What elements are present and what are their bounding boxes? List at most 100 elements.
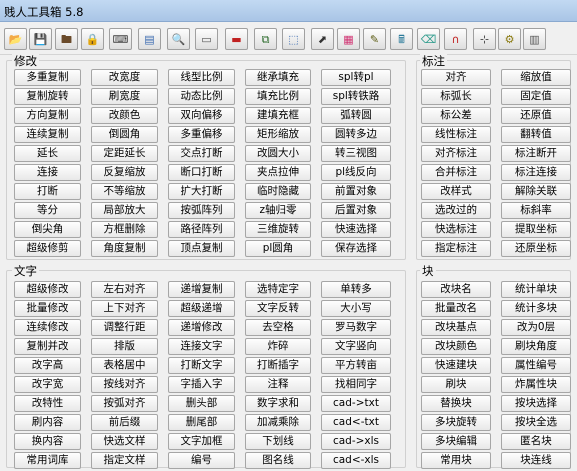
modify-button[interactable]: 填充比例 <box>245 88 311 105</box>
text-button[interactable]: 文字反转 <box>245 300 311 317</box>
dashed-select-icon[interactable]: ⬚ <box>282 28 305 50</box>
modify-button[interactable]: 多重复制 <box>14 69 81 86</box>
node-icon[interactable]: ⊹ <box>473 28 496 50</box>
text-button[interactable]: 去空格 <box>245 319 311 336</box>
block-button[interactable]: 常用块 <box>421 452 491 469</box>
text-button[interactable]: 表格居中 <box>91 357 158 374</box>
text-button[interactable]: cad->txt <box>321 395 391 412</box>
modify-button[interactable]: 等分 <box>14 202 81 219</box>
modify-button[interactable]: 复制旋转 <box>14 88 81 105</box>
block-button[interactable]: 匿名块 <box>501 433 571 450</box>
block-button[interactable]: 块连线 <box>501 452 571 469</box>
modify-button[interactable]: 改圆大小 <box>245 145 311 162</box>
modify-button[interactable]: 改颜色 <box>91 107 158 124</box>
text-button[interactable]: 大小写 <box>321 300 391 317</box>
text-button[interactable]: 下划线 <box>245 433 311 450</box>
dimension-button[interactable]: 缩放值 <box>501 69 571 86</box>
dimension-button[interactable]: 指定标注 <box>421 240 491 257</box>
text-button[interactable]: 找相同字 <box>321 376 391 393</box>
modify-button[interactable]: 交点打断 <box>168 145 235 162</box>
modify-button[interactable]: 不等缩放 <box>91 183 158 200</box>
text-button[interactable]: cad<-txt <box>321 414 391 431</box>
stamp-icon[interactable]: 🖿 <box>55 28 78 50</box>
magnify-icon[interactable]: 🔍 <box>167 28 190 50</box>
modify-button[interactable]: 临时隐藏 <box>245 183 311 200</box>
text-button[interactable]: 排版 <box>91 338 158 355</box>
text-button[interactable]: 复制并改 <box>14 338 81 355</box>
text-button[interactable]: 打断文字 <box>168 357 235 374</box>
modify-button[interactable]: 三维旋转 <box>245 221 311 238</box>
text-button[interactable]: 选特定字 <box>245 281 311 298</box>
text-button[interactable]: 删尾部 <box>168 414 235 431</box>
modify-button[interactable]: 前置对象 <box>321 183 391 200</box>
block-button[interactable]: 批量改名 <box>421 300 491 317</box>
color-grid-icon[interactable]: ▦ <box>337 28 360 50</box>
modify-button[interactable]: 倒尖角 <box>14 221 81 238</box>
modify-button[interactable]: 保存选择 <box>321 240 391 257</box>
modify-button[interactable]: 反复缩放 <box>91 164 158 181</box>
modify-button[interactable]: 圆转多边 <box>321 126 391 143</box>
modify-button[interactable]: spl转pl <box>321 69 391 86</box>
text-button[interactable]: 超级修改 <box>14 281 81 298</box>
modify-button[interactable]: 按弧阵列 <box>168 202 235 219</box>
text-button[interactable]: 换内容 <box>14 433 81 450</box>
text-button[interactable]: 左右对齐 <box>91 281 158 298</box>
modify-button[interactable]: 打断 <box>14 183 81 200</box>
text-button[interactable]: 递增修改 <box>168 319 235 336</box>
dimension-button[interactable]: 翻转值 <box>501 126 571 143</box>
text-button[interactable]: 连续修改 <box>14 319 81 336</box>
modify-button[interactable]: 定距延长 <box>91 145 158 162</box>
magnet-icon[interactable]: ∩ <box>444 28 467 50</box>
text-button[interactable]: 单转多 <box>321 281 391 298</box>
modify-button[interactable]: 转三视图 <box>321 145 391 162</box>
arrow-icon[interactable]: ⬈ <box>311 28 334 50</box>
modify-button[interactable]: 局部放大 <box>91 202 158 219</box>
modify-button[interactable]: spl转铁路 <box>321 88 391 105</box>
text-button[interactable]: 改字宽 <box>14 376 81 393</box>
modify-button[interactable]: 超级修剪 <box>14 240 81 257</box>
text-button[interactable]: 前后缀 <box>91 414 158 431</box>
text-button[interactable]: 注释 <box>245 376 311 393</box>
dimension-button[interactable]: 对齐 <box>421 69 491 86</box>
modify-button[interactable]: 改宽度 <box>91 69 158 86</box>
dimension-button[interactable]: 标公差 <box>421 107 491 124</box>
dimension-button[interactable]: 解除关联 <box>501 183 571 200</box>
text-button[interactable]: 超级递增 <box>168 300 235 317</box>
edit-icon[interactable]: ✎ <box>363 28 386 50</box>
block-button[interactable]: 属性编号 <box>501 357 571 374</box>
modify-button[interactable]: 路径阵列 <box>168 221 235 238</box>
dimension-button[interactable]: 线性标注 <box>421 126 491 143</box>
dimension-button[interactable]: 对齐标注 <box>421 145 491 162</box>
eraser-icon[interactable]: ⌫ <box>417 28 440 50</box>
modify-button[interactable]: 后置对象 <box>321 202 391 219</box>
modify-button[interactable]: 延长 <box>14 145 81 162</box>
dimension-button[interactable]: 标注连接 <box>501 164 571 181</box>
dimension-button[interactable]: 标注断开 <box>501 145 571 162</box>
modify-button[interactable]: 线型比例 <box>168 69 235 86</box>
modify-button[interactable]: 倒圆角 <box>91 126 158 143</box>
text-button[interactable]: 指定文样 <box>91 452 158 469</box>
modify-button[interactable]: pl圆角 <box>245 240 311 257</box>
text-button[interactable]: cad->xls <box>321 433 391 450</box>
block-button[interactable]: 改块基点 <box>421 319 491 336</box>
text-button[interactable]: 调整行距 <box>91 319 158 336</box>
text-button[interactable]: 常用词库 <box>14 452 81 469</box>
modify-button[interactable]: 夹点拉伸 <box>245 164 311 181</box>
text-button[interactable]: 数字求和 <box>245 395 311 412</box>
block-button[interactable]: 刷块角度 <box>501 338 571 355</box>
block-button[interactable]: 改为0层 <box>501 319 571 336</box>
dimension-button[interactable]: 标弧长 <box>421 88 491 105</box>
modify-button[interactable]: 弧转圆 <box>321 107 391 124</box>
text-button[interactable]: 批量修改 <box>14 300 81 317</box>
dimension-button[interactable]: 还原坐标 <box>501 240 571 257</box>
text-button[interactable]: 连接文字 <box>168 338 235 355</box>
text-button[interactable]: 加减乘除 <box>245 414 311 431</box>
modify-button[interactable]: 方向复制 <box>14 107 81 124</box>
text-button[interactable]: 删头部 <box>168 395 235 412</box>
block-button[interactable]: 炸属性块 <box>501 376 571 393</box>
modify-button[interactable]: 连续复制 <box>14 126 81 143</box>
text-button[interactable]: 编号 <box>168 452 235 469</box>
modify-button[interactable]: pl线反向 <box>321 164 391 181</box>
modify-button[interactable]: z轴归零 <box>245 202 311 219</box>
block-button[interactable]: 快速建块 <box>421 357 491 374</box>
